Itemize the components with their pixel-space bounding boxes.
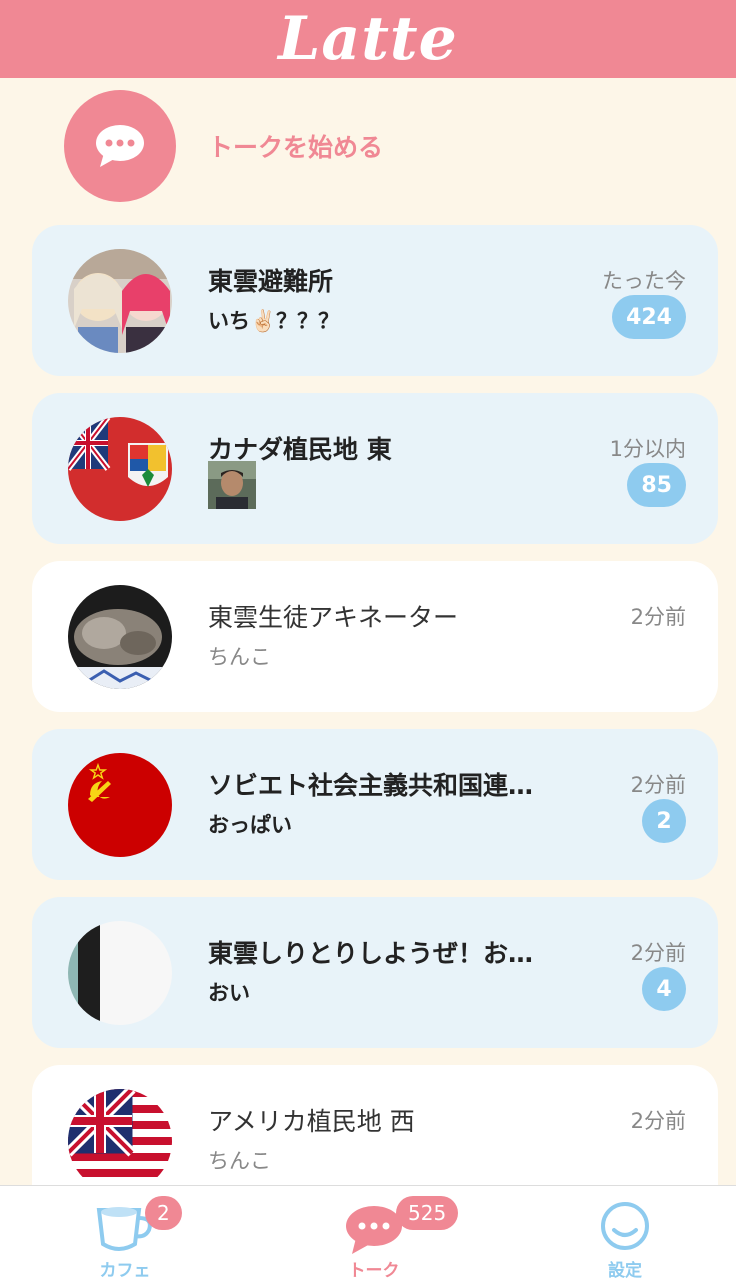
tab-talk[interactable]: 525 トーク: [314, 1196, 459, 1281]
app-header: Latte: [0, 0, 736, 78]
chat-item[interactable]: 東雲生徒アキネーター ちんこ 2分前: [32, 561, 718, 712]
tab-settings-label: 設定: [608, 1261, 642, 1281]
start-talk-button[interactable]: [64, 90, 176, 202]
unread-badge: 2: [642, 799, 686, 843]
bottom-tab-bar: 2 カフェ 525 トーク 設定: [0, 1185, 736, 1284]
grand-union-flag-avatar: [68, 1089, 172, 1193]
chat-item[interactable]: ソビエト社会主義共和国連… おっぱい 2分前 2: [32, 729, 718, 880]
chat-preview: いち✌🏻？？？: [208, 309, 340, 333]
chat-item[interactable]: 東雲避難所 いち✌🏻？？？ たった今 424: [32, 225, 718, 376]
unread-badge: 424: [612, 295, 686, 339]
cafe-badge: 2: [145, 1196, 182, 1230]
chat-time: 2分前: [630, 941, 686, 965]
chat-bubble-icon: [96, 125, 144, 167]
unread-badge: 85: [627, 463, 686, 507]
white-black-avatar: [68, 921, 172, 1025]
chat-item[interactable]: 東雲しりとりしようぜ！お… おい 2分前 4: [32, 897, 718, 1048]
chat-time: たった今: [602, 269, 686, 293]
chat-title: 東雲しりとりしようぜ！お…: [208, 939, 534, 968]
chat-preview: おい: [208, 981, 250, 1005]
tab-settings[interactable]: 設定: [565, 1196, 685, 1281]
canada-red-ensign-avatar: [68, 417, 172, 521]
chat-list: 東雲避難所 いち✌🏻？？？ たった今 424 カナダ植民地 東 1分以内 85 …: [32, 225, 718, 1233]
chat-time: 2分前: [630, 1109, 686, 1133]
smiley-face-icon: [601, 1202, 649, 1250]
app-logo: Latte: [278, 4, 458, 74]
chat-time: 2分前: [630, 605, 686, 629]
chat-title: アメリカ植民地 西: [208, 1107, 415, 1136]
chat-time: 1分以内: [609, 437, 686, 461]
image-thumbnail: [208, 461, 256, 509]
start-talk-row[interactable]: トークを始める: [64, 90, 383, 202]
chat-item[interactable]: カナダ植民地 東 1分以内 85: [32, 393, 718, 544]
anime-girls-avatar: [68, 249, 172, 353]
chat-preview: ちんこ: [208, 645, 271, 669]
tab-cafe-label: カフェ: [99, 1261, 151, 1281]
chat-preview: おっぱい: [208, 813, 292, 837]
start-talk-label[interactable]: トークを始める: [208, 128, 383, 164]
tab-talk-label: トーク: [348, 1261, 400, 1281]
chat-title: カナダ植民地 東: [208, 435, 392, 464]
chat-preview: ちんこ: [208, 1149, 271, 1173]
chat-time: 2分前: [630, 773, 686, 797]
unread-badge: 4: [642, 967, 686, 1011]
chat-title: 東雲生徒アキネーター: [208, 603, 459, 632]
tab-cafe[interactable]: 2 カフェ: [65, 1196, 185, 1281]
talk-badge: 525: [396, 1196, 459, 1230]
chat-title: ソビエト社会主義共和国連…: [208, 771, 534, 800]
chat-title: 東雲避難所: [208, 267, 334, 296]
cat-photo-avatar: [68, 585, 172, 689]
soviet-flag-avatar: [68, 753, 172, 857]
